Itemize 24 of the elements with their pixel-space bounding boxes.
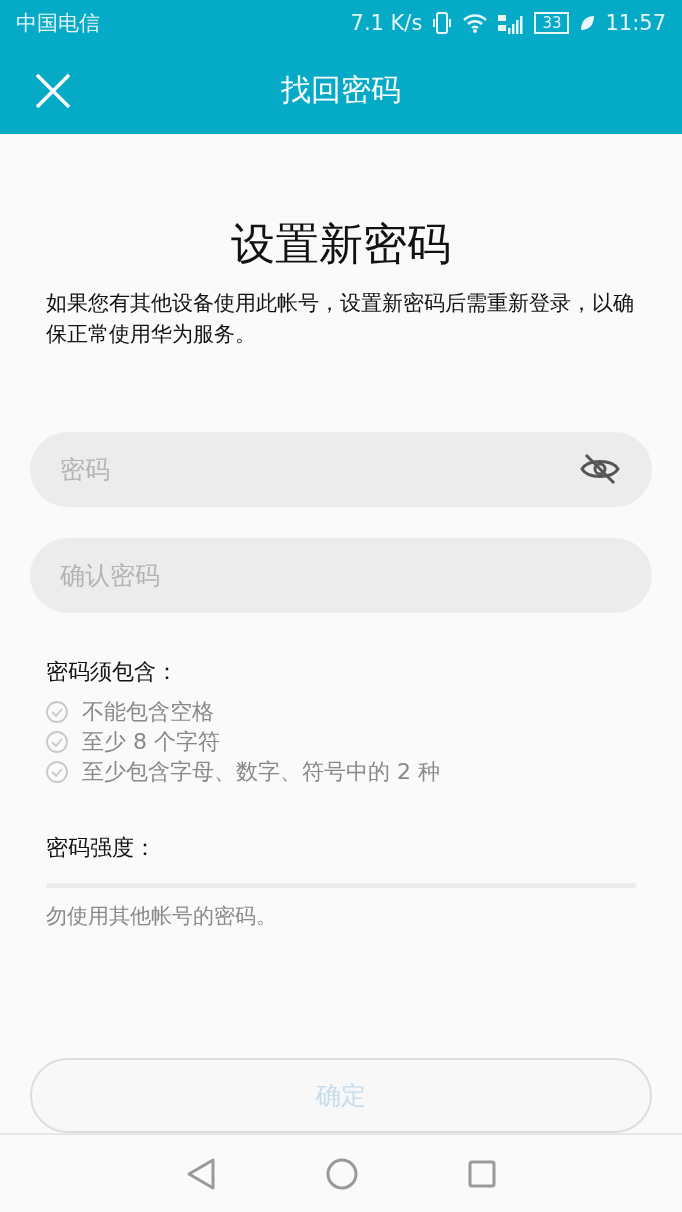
page-heading: 设置新密码 [230, 218, 452, 271]
leaf-icon [579, 14, 596, 32]
description: 如果您有其他设备使用此帐号，设置新密码后需重新登录，以确保正常使用华为服务。 [46, 290, 635, 349]
wifi-icon [462, 12, 489, 34]
screen-title: 找回密码 [281, 70, 401, 109]
close-button[interactable] [34, 72, 72, 110]
carrier-name: 中国电信 [16, 10, 100, 37]
requirement-text: 至少 8 个字符 [82, 728, 220, 757]
password-field[interactable]: 密码 [30, 432, 652, 508]
requirement-text: 不能包含空格 [82, 698, 214, 727]
requirement-text: 至少包含字母、数字、符号中的 2 种 [82, 758, 440, 787]
battery-level: 33 [534, 12, 570, 34]
home-icon[interactable] [326, 1157, 358, 1190]
back-icon[interactable] [186, 1156, 216, 1191]
confirm-password-field[interactable]: 确认密码 [30, 538, 652, 614]
eye-off-icon[interactable] [580, 453, 620, 486]
signal-icon [498, 12, 525, 34]
requirements-label: 密码须包含： [45, 658, 179, 687]
recents-icon[interactable] [468, 1159, 496, 1188]
vibrate-icon [432, 11, 453, 35]
network-speed: 7.1 K/s [350, 11, 423, 35]
strength-label: 密码强度： [45, 834, 157, 863]
clock: 11:57 [605, 11, 666, 35]
password-note: 勿使用其他帐号的密码。 [46, 903, 278, 931]
